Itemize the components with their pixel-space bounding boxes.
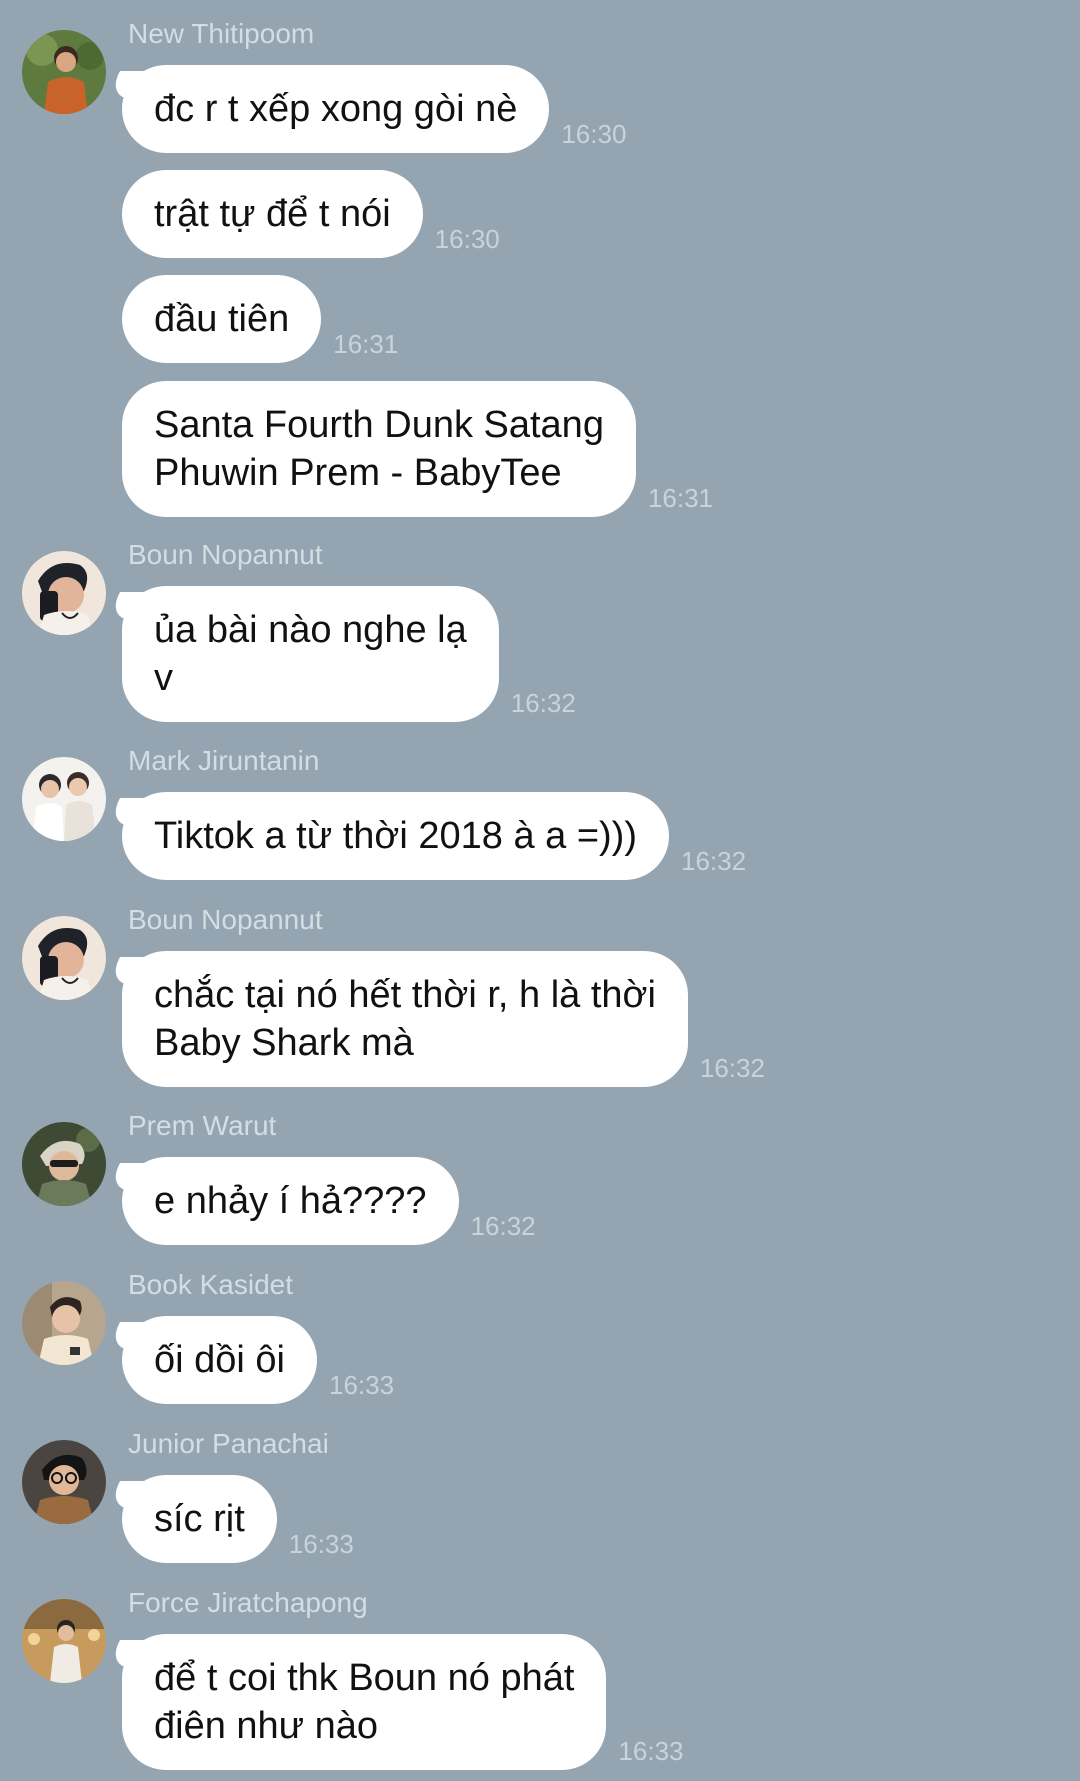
avatar-boun-nopannut[interactable] bbox=[22, 551, 106, 635]
message-timestamp: 16:31 bbox=[647, 483, 714, 513]
avatar-force-jiratchapong[interactable] bbox=[22, 1599, 106, 1683]
sender-name: Book Kasidet bbox=[128, 1269, 293, 1300]
message-row: ủa bài nào nghe lạ v 16:32 bbox=[122, 586, 576, 722]
message-bubble[interactable]: để t coi thk Boun nó phát điên như nào bbox=[122, 1634, 607, 1770]
message-row: Tiktok a từ thời 2018 à a =))) 16:32 bbox=[122, 792, 746, 880]
message-timestamp: 16:30 bbox=[561, 119, 627, 149]
message-timestamp: 16:31 bbox=[333, 329, 399, 359]
avatar-boun-nopannut[interactable] bbox=[22, 916, 106, 1000]
chat-message-list[interactable]: New Thitipoom đc r t xếp xong gòi nè 16:… bbox=[0, 0, 1080, 1781]
message-timestamp: 16:32 bbox=[510, 688, 576, 718]
avatar-junior-panachai[interactable] bbox=[22, 1440, 106, 1524]
sender-name: Boun Nopannut bbox=[128, 904, 323, 935]
message-row: đc r t xếp xong gòi nè 16:30 bbox=[122, 65, 626, 153]
sender-name: Boun Nopannut bbox=[128, 539, 323, 570]
message-row: síc rịt 16:33 bbox=[122, 1475, 354, 1563]
sender-name: Force Jiratchapong bbox=[128, 1587, 368, 1618]
message-timestamp: 16:33 bbox=[328, 1370, 395, 1400]
sender-name: Junior Panachai bbox=[128, 1428, 329, 1459]
sender-name: New Thitipoom bbox=[128, 18, 315, 49]
message-timestamp: 16:32 bbox=[470, 1211, 536, 1241]
message-row: chắc tại nó hết thời r, h là thời Baby S… bbox=[122, 951, 765, 1087]
avatar-new-thitipoom[interactable] bbox=[22, 30, 106, 114]
message-bubble[interactable]: trật tự để t nói bbox=[122, 170, 423, 258]
message-timestamp: 16:33 bbox=[618, 1736, 684, 1766]
avatar-mark-jiruntanin[interactable] bbox=[22, 757, 106, 841]
message-row: Santa Fourth Dunk Satang Phuwin Prem - B… bbox=[122, 381, 713, 517]
message-row: đầu tiên 16:31 bbox=[122, 275, 398, 363]
avatar-book-kasidet[interactable] bbox=[22, 1281, 106, 1365]
avatar-prem-warut[interactable] bbox=[22, 1122, 106, 1206]
message-timestamp: 16:32 bbox=[680, 846, 747, 876]
sender-name: Prem Warut bbox=[128, 1110, 277, 1141]
message-timestamp: 16:32 bbox=[699, 1053, 765, 1083]
message-bubble[interactable]: Santa Fourth Dunk Satang Phuwin Prem - B… bbox=[122, 381, 636, 517]
message-bubble[interactable]: đc r t xếp xong gòi nè bbox=[122, 65, 550, 153]
message-bubble[interactable]: síc rịt bbox=[122, 1475, 277, 1563]
message-bubble[interactable]: Tiktok a từ thời 2018 à a =))) bbox=[122, 792, 669, 880]
message-bubble[interactable]: ủa bài nào nghe lạ v bbox=[122, 586, 499, 722]
message-row: ối dồi ôi 16:33 bbox=[122, 1316, 394, 1404]
message-timestamp: 16:30 bbox=[434, 224, 500, 254]
sender-name: Mark Jiruntanin bbox=[128, 745, 320, 776]
message-row: để t coi thk Boun nó phát điên như nào 1… bbox=[122, 1634, 684, 1770]
message-row: e nhảy í hả???? 16:32 bbox=[122, 1157, 536, 1245]
message-bubble[interactable]: đầu tiên bbox=[122, 275, 322, 363]
message-bubble[interactable]: ối dồi ôi bbox=[122, 1316, 317, 1404]
message-row: trật tự để t nói 16:30 bbox=[122, 170, 500, 258]
message-bubble[interactable]: e nhảy í hả???? bbox=[122, 1157, 459, 1245]
message-timestamp: 16:33 bbox=[288, 1529, 354, 1559]
message-bubble[interactable]: chắc tại nó hết thời r, h là thời Baby S… bbox=[122, 951, 688, 1087]
